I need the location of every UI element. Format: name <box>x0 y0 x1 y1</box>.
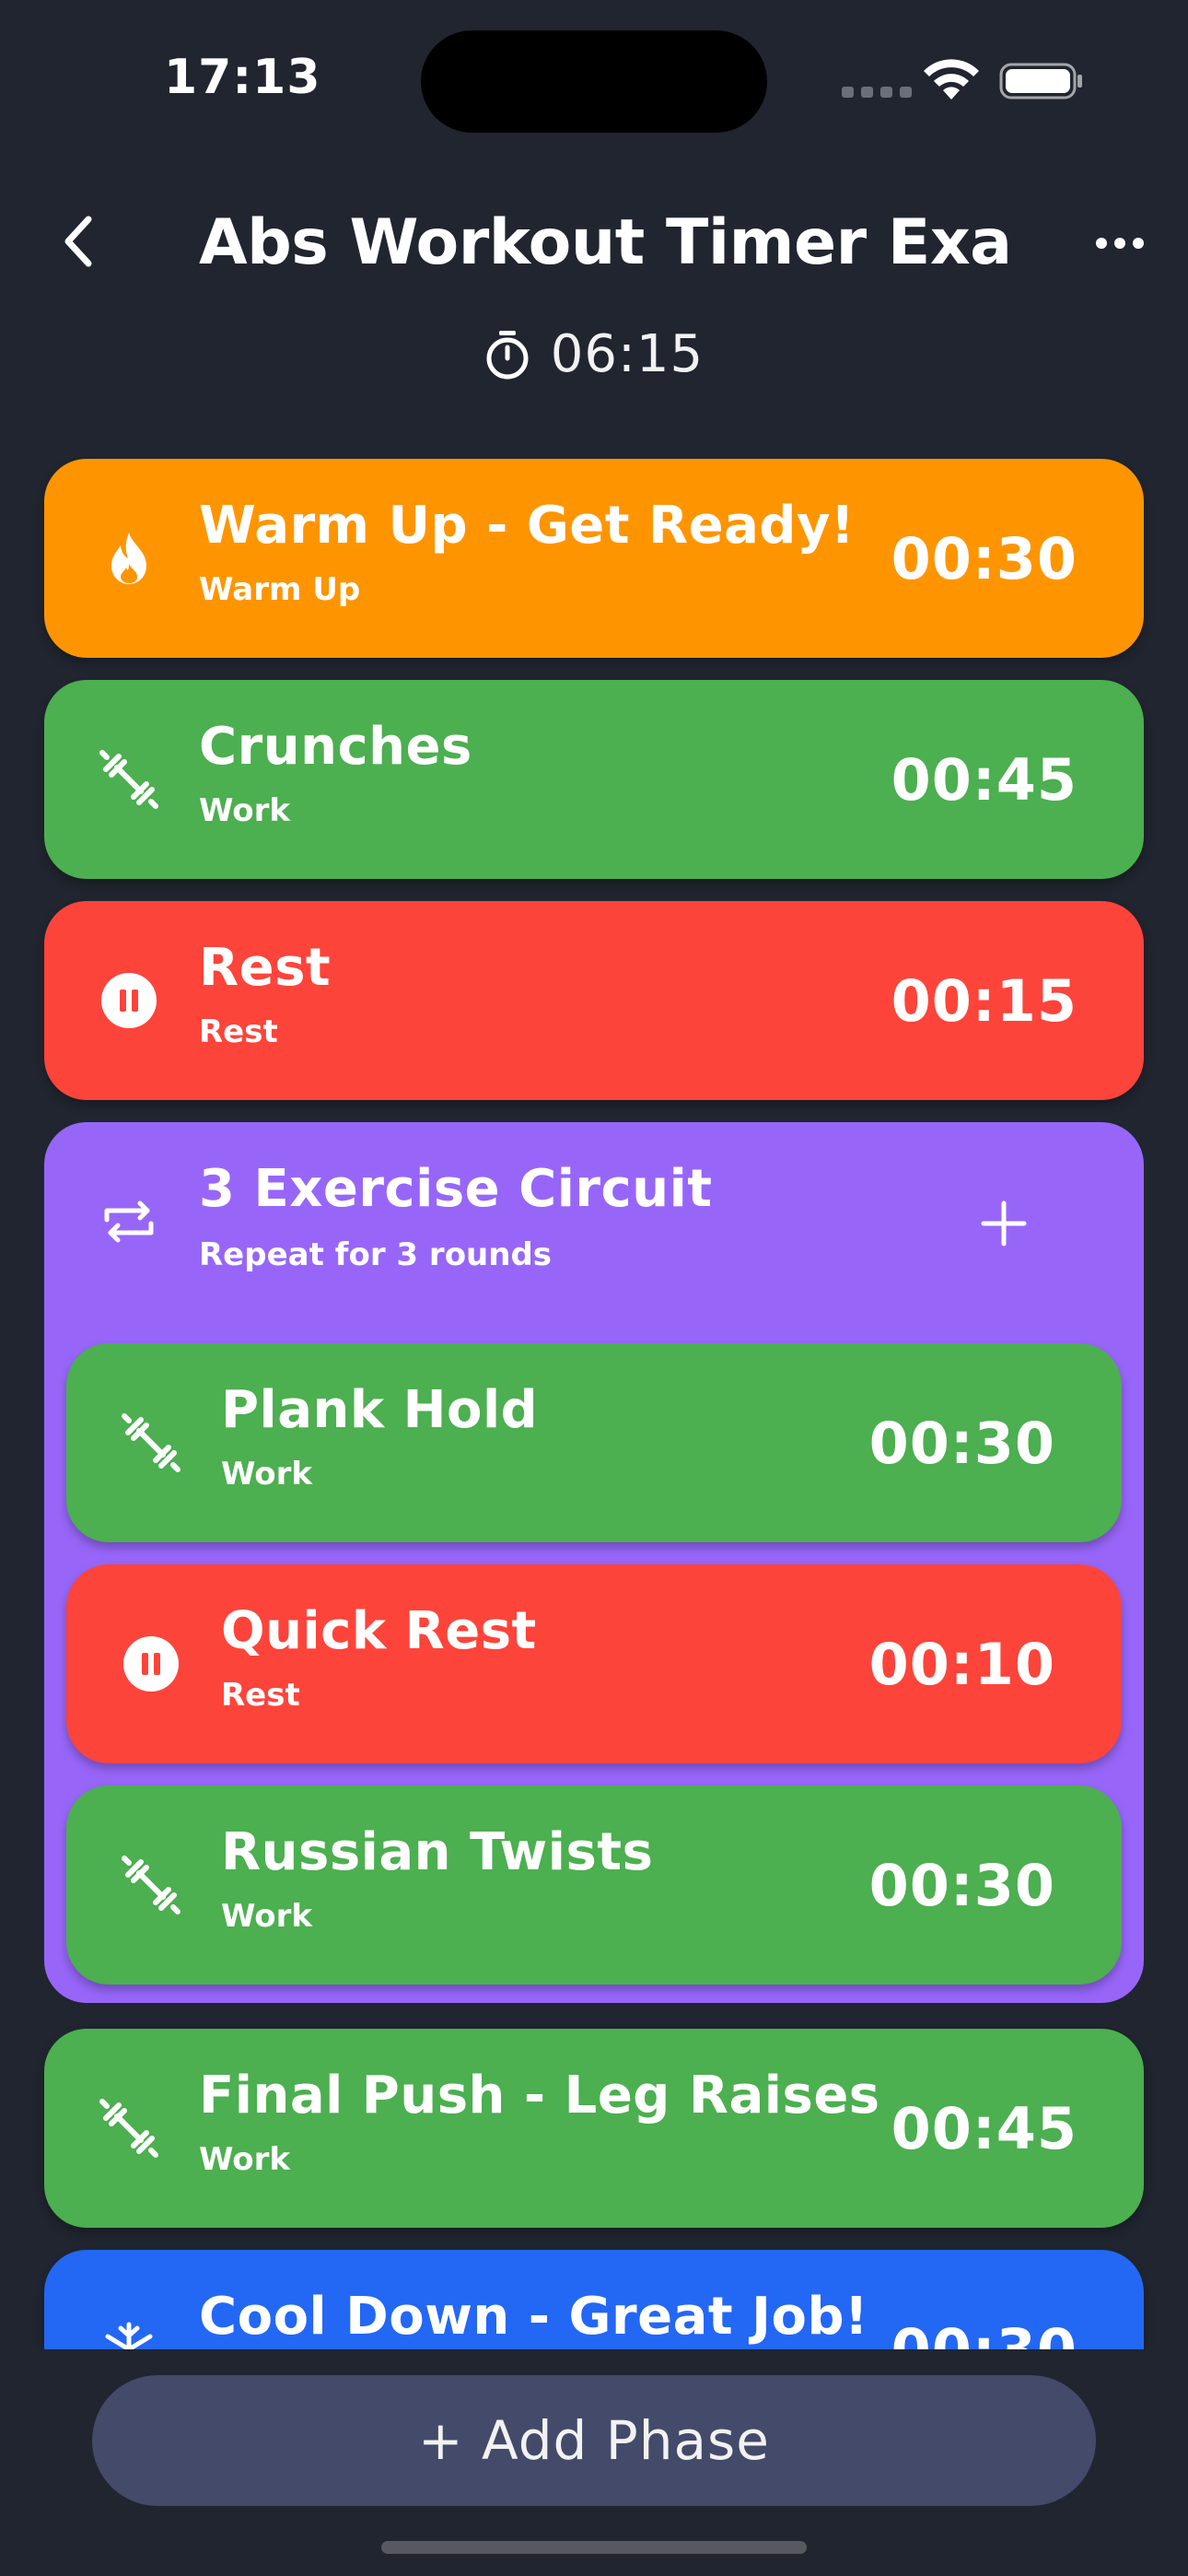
total-time: 06:15 <box>550 324 705 384</box>
phase-duration[interactable]: 00:30 <box>869 1852 1055 1919</box>
back-button[interactable] <box>52 205 103 278</box>
phase-type: Work <box>199 2141 291 2178</box>
phase-duration[interactable]: 00:30 <box>891 525 1077 592</box>
dumbbell-icon <box>114 1848 188 1922</box>
phase-card-rest[interactable]: Rest Rest 00:15 <box>44 901 1144 1100</box>
flame-icon <box>92 521 166 595</box>
circuit-name: 3 Exercise Circuit <box>199 1159 713 1219</box>
phase-card-plank-hold[interactable]: Plank Hold Work 00:30 <box>66 1343 1122 1542</box>
phase-duration[interactable]: 00:30 <box>869 1410 1055 1477</box>
phase-name: Crunches <box>199 717 472 777</box>
more-options-button[interactable] <box>1092 225 1147 262</box>
total-duration: 06:15 <box>0 324 1188 384</box>
pause-icon <box>114 1627 188 1701</box>
phase-type: Warm Up <box>199 571 361 608</box>
circuit-rounds: Repeat for 3 rounds <box>199 1236 553 1273</box>
phase-name: Rest <box>199 938 332 998</box>
stopwatch-icon <box>486 330 529 379</box>
phase-name: Cool Down - Great Job! <box>199 2287 869 2347</box>
dumbbell-icon <box>92 743 166 816</box>
phase-card-russian-twists[interactable]: Russian Twists Work 00:30 <box>66 1786 1122 1985</box>
phase-type: Work <box>199 792 291 829</box>
battery-icon <box>999 63 1082 100</box>
workout-editor-screen: 17:13 Abs Workout Timer Exa… 06:15 Warm … <box>0 0 1188 2576</box>
pause-icon <box>92 964 166 1037</box>
add-to-circuit-button[interactable] <box>967 1187 1041 1260</box>
phase-type: Rest <box>199 1013 278 1050</box>
phase-duration[interactable]: 00:45 <box>891 2095 1077 2162</box>
status-time: 17:13 <box>164 50 321 105</box>
phase-name: Plank Hold <box>221 1380 539 1440</box>
nav-header: Abs Workout Timer Exa… <box>0 184 1188 304</box>
phase-name: Russian Twists <box>221 1822 654 1882</box>
phase-type: Rest <box>221 1677 300 1714</box>
phase-name: Quick Rest <box>221 1601 537 1661</box>
dumbbell-icon <box>114 1406 188 1480</box>
phase-card-quick-rest[interactable]: Quick Rest Rest 00:10 <box>66 1564 1122 1763</box>
dumbbell-icon <box>92 2091 166 2165</box>
repeat-icon <box>92 1185 166 1259</box>
status-bar: 17:13 <box>0 0 1188 157</box>
phase-card-cool-down[interactable]: Cool Down - Great Job! Cool Down 00:30 <box>44 2250 1144 2349</box>
more-dot <box>1096 238 1107 249</box>
phase-name: Warm Up - Get Ready! <box>199 496 856 556</box>
phase-duration[interactable]: 00:10 <box>869 1631 1055 1698</box>
phase-duration[interactable]: 00:15 <box>891 967 1077 1035</box>
phase-list[interactable]: Warm Up - Get Ready! Warm Up 00:30 Crunc… <box>0 457 1188 2349</box>
phase-type: Work <box>221 1456 313 1493</box>
phase-card-final-push[interactable]: Final Push - Leg Raises Work 00:45 <box>44 2029 1144 2228</box>
more-dot <box>1133 238 1144 249</box>
cellular-signal-icon <box>842 87 912 98</box>
phase-duration[interactable]: 00:30 <box>891 2316 1077 2349</box>
phase-name: Final Push - Leg Raises <box>199 2066 880 2125</box>
add-phase-button[interactable]: + Add Phase <box>92 2375 1096 2506</box>
more-dot <box>1114 238 1125 249</box>
phase-card-warm-up[interactable]: Warm Up - Get Ready! Warm Up 00:30 <box>44 459 1144 658</box>
chevron-left-icon <box>64 216 92 267</box>
snowflake-icon <box>92 2313 166 2349</box>
circuit-group[interactable]: 3 Exercise Circuit Repeat for 3 rounds P… <box>44 1122 1144 2003</box>
wifi-icon <box>924 59 979 100</box>
page-title: Abs Workout Timer Exa… <box>199 206 1009 279</box>
phase-card-crunches[interactable]: Crunches Work 00:45 <box>44 680 1144 879</box>
plus-icon <box>981 1200 1027 1247</box>
home-indicator <box>381 2541 807 2554</box>
phase-type: Work <box>221 1898 313 1935</box>
dynamic-island <box>421 30 767 133</box>
phase-duration[interactable]: 00:45 <box>891 746 1077 814</box>
